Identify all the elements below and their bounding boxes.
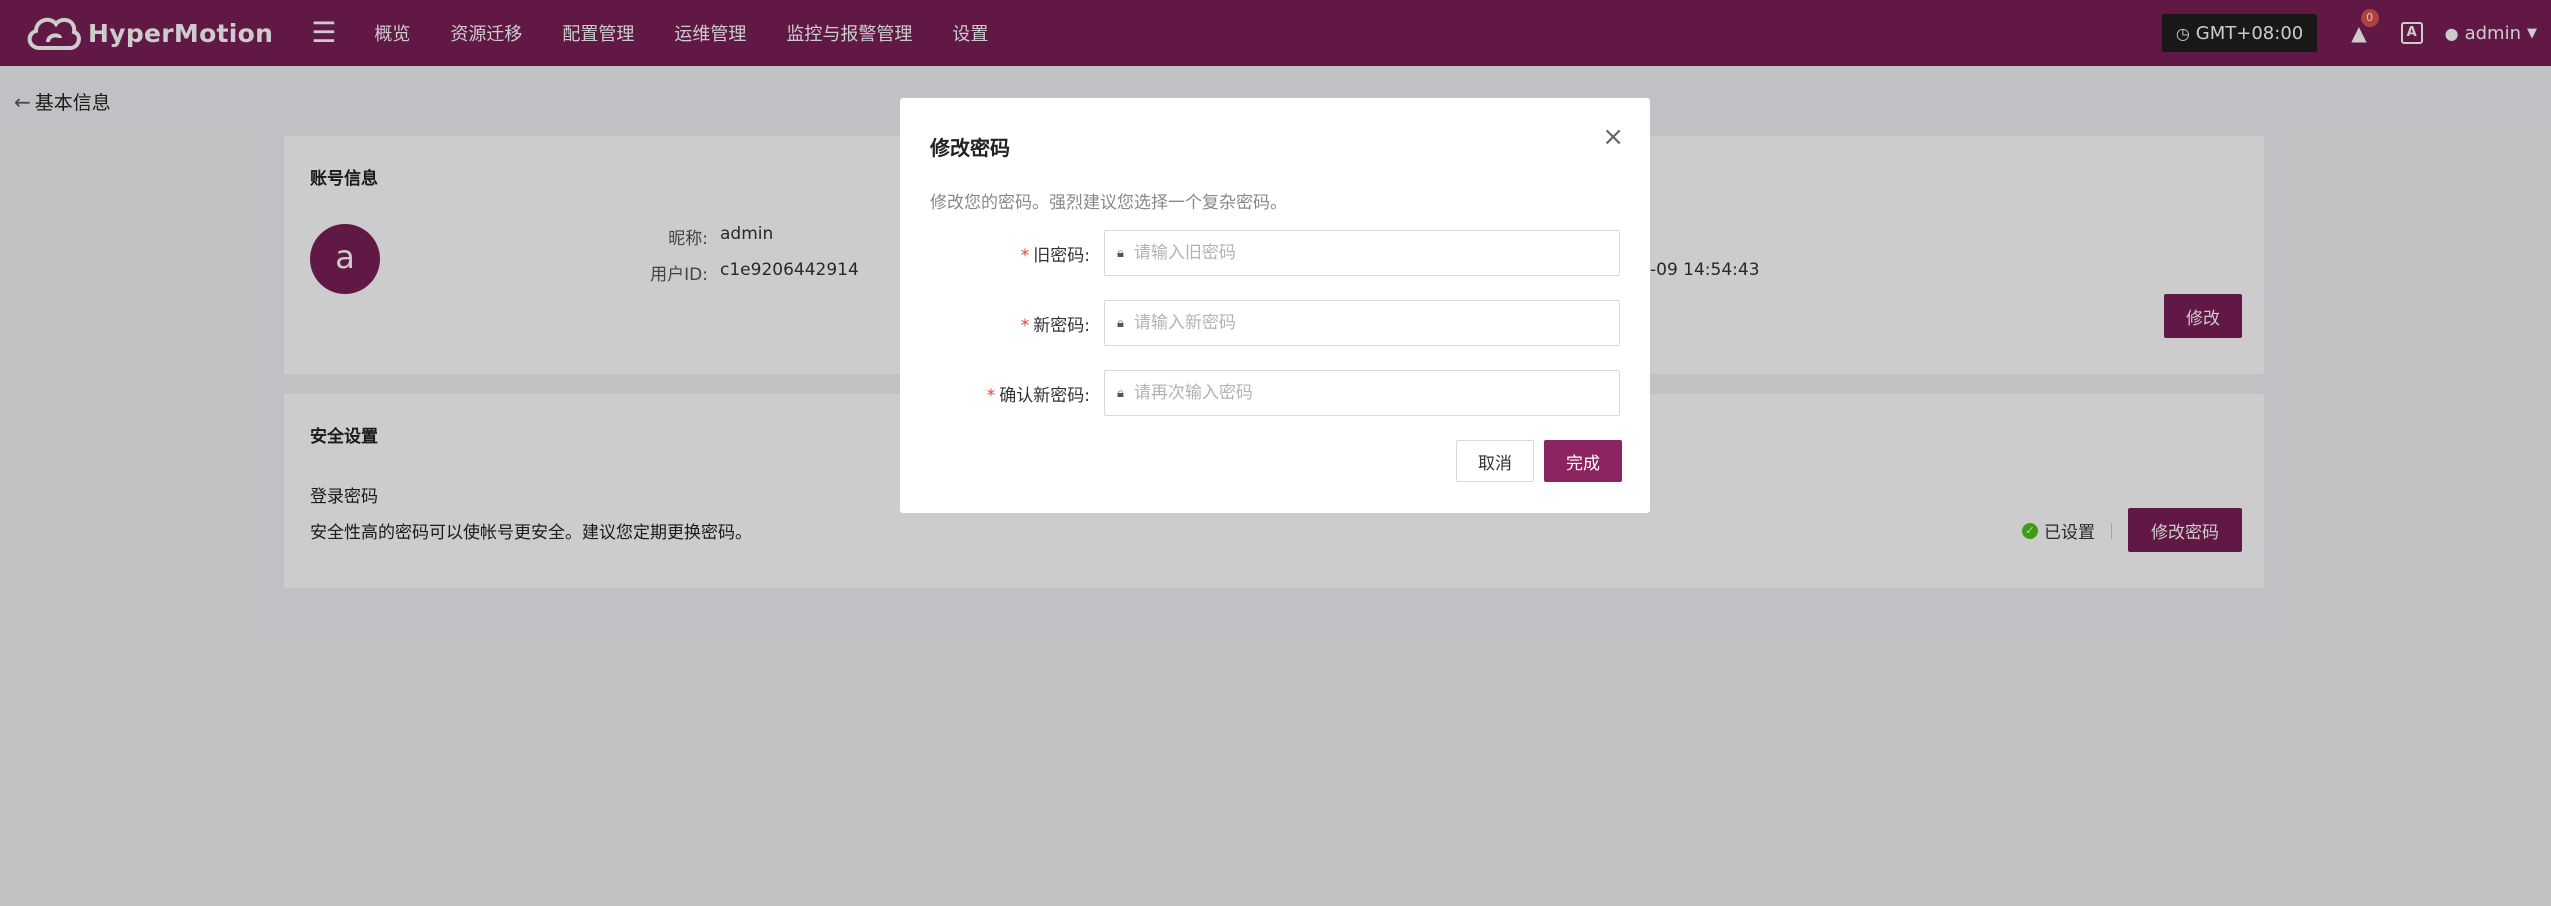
old-password-field: * 旧密码: 🔒︎ [930, 230, 1620, 276]
close-icon[interactable]: × [1602, 124, 1624, 150]
confirm-password-input-wrapper[interactable]: 🔒︎ [1104, 370, 1620, 416]
confirm-password-label: * 确认新密码: [930, 381, 1104, 406]
dialog-description: 修改您的密码。强烈建议您选择一个复杂密码。 [930, 193, 1287, 213]
old-password-input-wrapper[interactable]: 🔒︎ [1104, 230, 1620, 276]
old-password-label-text: 旧密码: [1033, 245, 1090, 266]
required-mark: * [1020, 315, 1030, 336]
new-password-input[interactable] [1133, 313, 1619, 333]
change-password-dialog: 修改密码 × 修改您的密码。强烈建议您选择一个复杂密码。 * 旧密码: 🔒︎ * 新… [900, 98, 1650, 513]
confirm-password-input[interactable] [1133, 383, 1619, 403]
confirm-button[interactable]: 完成 [1544, 440, 1622, 482]
confirm-password-label-text: 确认新密码: [999, 385, 1090, 406]
lock-icon: 🔒︎ [1117, 315, 1124, 331]
cancel-button[interactable]: 取消 [1456, 440, 1534, 482]
lock-icon: 🔒︎ [1117, 385, 1124, 401]
new-password-input-wrapper[interactable]: 🔒︎ [1104, 300, 1620, 346]
lock-icon: 🔒︎ [1117, 245, 1124, 261]
new-password-field: * 新密码: 🔒︎ [930, 300, 1620, 346]
required-mark: * [1020, 245, 1030, 266]
new-password-label: * 新密码: [930, 311, 1104, 336]
confirm-password-field: * 确认新密码: 🔒︎ [930, 370, 1620, 416]
old-password-input[interactable] [1133, 243, 1619, 263]
new-password-label-text: 新密码: [1033, 315, 1090, 336]
required-mark: * [986, 385, 996, 406]
old-password-label: * 旧密码: [930, 241, 1104, 266]
dialog-title: 修改密码 [930, 136, 1010, 160]
